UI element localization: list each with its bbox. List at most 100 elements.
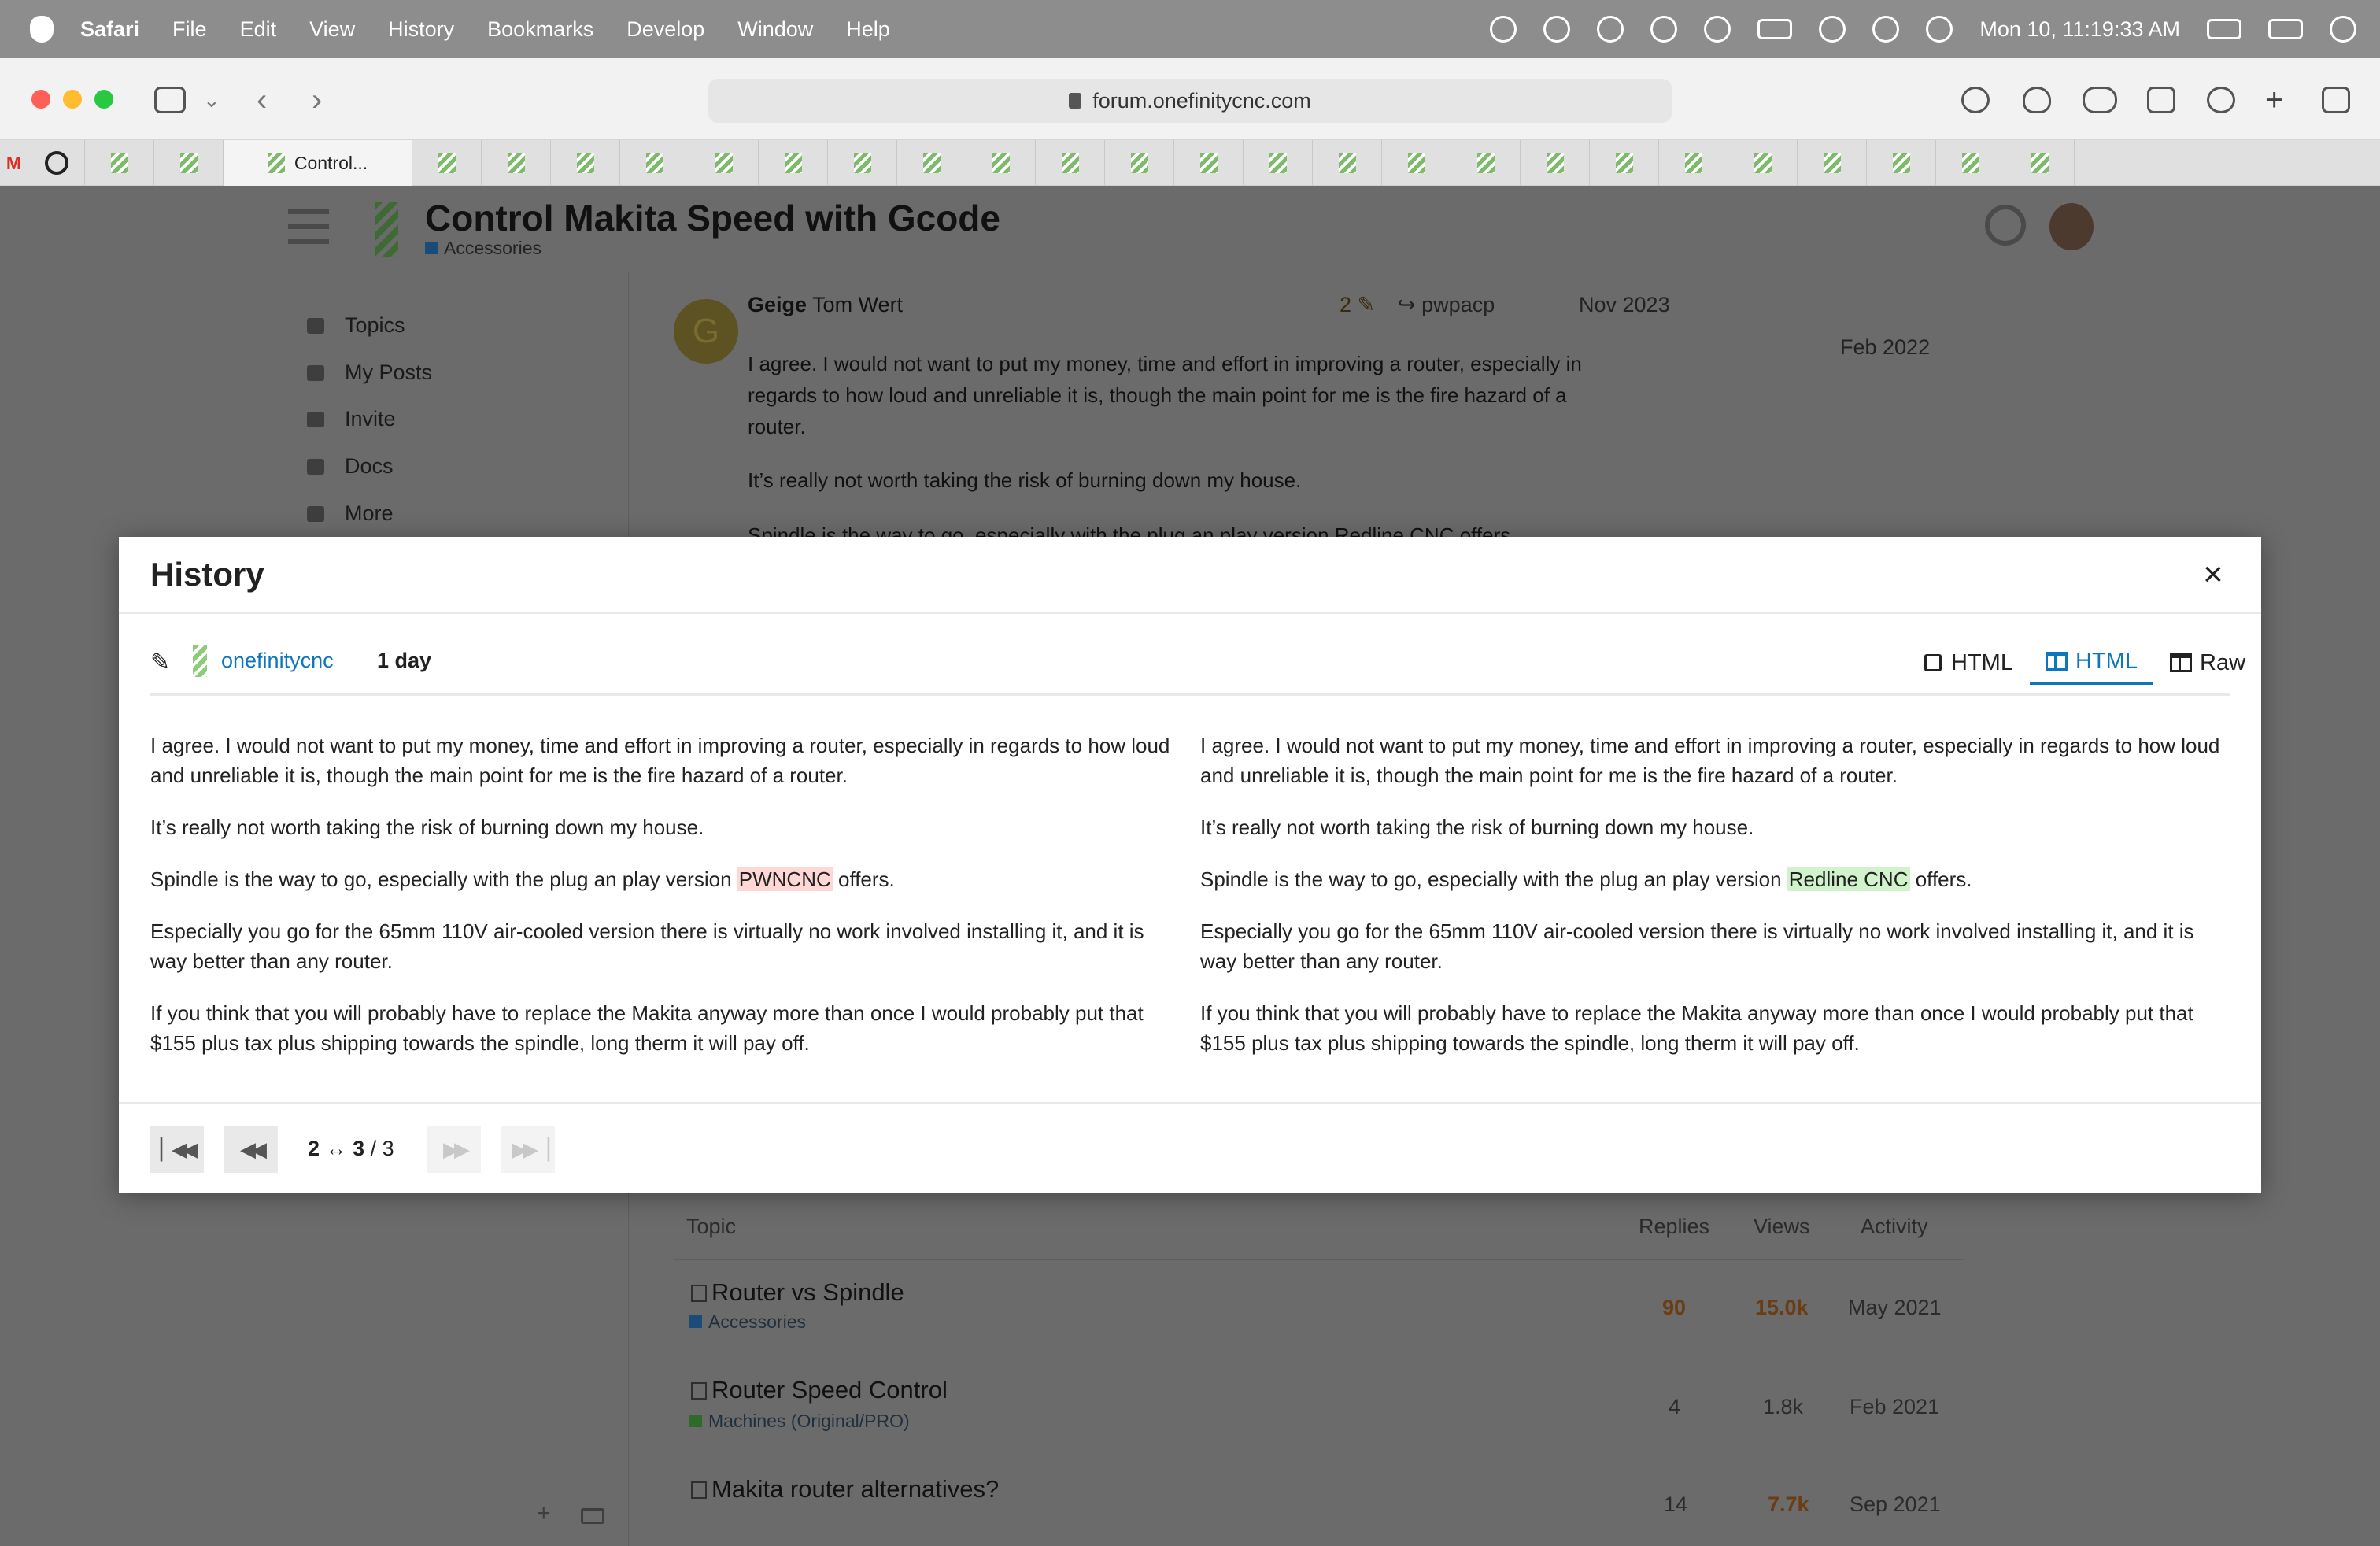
menu-help[interactable]: Help — [846, 17, 890, 42]
share-icon[interactable] — [2147, 87, 2175, 113]
time-machine-icon[interactable] — [1926, 16, 1953, 43]
next-revision-button[interactable]: ▶▶ — [427, 1126, 481, 1173]
tab-forum[interactable] — [2005, 140, 2075, 186]
reply-to[interactable]: ↪ pwpacp — [1398, 293, 1495, 317]
col-activity[interactable]: Activity — [1861, 1215, 1928, 1239]
topic-link[interactable]: Router vs Spindle — [691, 1278, 904, 1307]
tab-active[interactable]: Control... — [224, 140, 412, 186]
topic-link[interactable]: Router Speed Control — [691, 1376, 948, 1404]
topic-activity[interactable]: Feb 2021 — [1850, 1395, 1939, 1419]
address-bar[interactable]: forum.onefinitycnc.com — [708, 79, 1672, 123]
post-date[interactable]: Nov 2023 — [1579, 293, 1670, 317]
tab-forum[interactable] — [689, 140, 759, 186]
tab-forum[interactable] — [966, 140, 1036, 186]
timeline-date[interactable]: Feb 2022 — [1840, 335, 1930, 360]
post-fullname[interactable]: Tom Wert — [812, 293, 903, 316]
add-section-icon[interactable]: + — [537, 1500, 551, 1527]
topic-views[interactable]: 1.8k — [1763, 1395, 1803, 1419]
tab-forum[interactable] — [1174, 140, 1244, 186]
sidebar-item-more[interactable]: More — [307, 501, 394, 526]
topic-views[interactable]: 15.0k — [1755, 1296, 1809, 1320]
tab-forum[interactable] — [1590, 140, 1659, 186]
tab-forum[interactable] — [1521, 140, 1590, 186]
tab-forum[interactable] — [1382, 140, 1451, 186]
post-avatar[interactable]: G — [674, 299, 738, 364]
new-tab-icon[interactable]: + — [2265, 84, 2283, 116]
downloads-icon[interactable] — [1961, 87, 1990, 113]
sidebar-toggle-icon[interactable] — [154, 87, 186, 113]
topic-views[interactable]: 7.7k — [1768, 1492, 1809, 1517]
hamburger-menu-icon[interactable] — [288, 209, 329, 244]
first-revision-button[interactable]: ▏◀◀ — [150, 1126, 204, 1173]
topic-link[interactable]: Makita router alternatives? — [690, 1475, 999, 1503]
sidebar-item-invite[interactable]: Invite — [307, 407, 396, 431]
window-zoom-button[interactable] — [94, 90, 113, 109]
sidebar-item-topics[interactable]: Topics — [307, 313, 405, 338]
col-views[interactable]: Views — [1754, 1215, 1810, 1239]
tab-forum[interactable] — [897, 140, 966, 186]
close-icon[interactable]: × — [2203, 557, 2223, 592]
keyboard-icon[interactable] — [2207, 19, 2241, 39]
post-username[interactable]: Geige — [748, 293, 807, 316]
tab-forum[interactable] — [1244, 140, 1313, 186]
previous-revision-button[interactable]: ◀◀ — [224, 1126, 278, 1173]
icloud-icon[interactable] — [2082, 87, 2117, 113]
wifi-icon[interactable] — [1819, 16, 1846, 43]
menu-edit[interactable]: Edit — [240, 17, 277, 42]
play-icon[interactable] — [1704, 16, 1731, 43]
topic-category[interactable]: Accessories — [689, 1311, 806, 1333]
chevron-down-icon[interactable]: ⌄ — [203, 87, 220, 113]
tab-forum[interactable] — [828, 140, 897, 186]
site-logo[interactable] — [375, 202, 398, 257]
window-close-button[interactable] — [31, 90, 50, 109]
last-revision-button[interactable]: ▶▶▕ — [501, 1126, 555, 1173]
tab-forum[interactable] — [1728, 140, 1798, 186]
back-icon[interactable]: ‹ — [257, 84, 267, 116]
tab-forum[interactable] — [154, 140, 224, 186]
sidebar-item-my-posts[interactable]: My Posts — [307, 361, 432, 385]
tab-forum[interactable] — [412, 140, 482, 186]
apple-menu-icon[interactable] — [30, 16, 54, 43]
chatgpt-icon[interactable] — [1650, 16, 1678, 43]
menu-app-name[interactable]: Safari — [80, 17, 139, 42]
avatar[interactable] — [2049, 203, 2094, 250]
topic-replies[interactable]: 4 — [1669, 1395, 1680, 1419]
topic-category[interactable]: Machines (Original/PRO) — [689, 1411, 910, 1432]
window-minimize-button[interactable] — [63, 90, 82, 109]
menubar-clock[interactable]: Mon 10, 11:19:33 AM — [1979, 17, 2180, 42]
menu-develop[interactable]: Develop — [626, 17, 704, 42]
menu-view[interactable]: View — [309, 17, 355, 42]
menu-window[interactable]: Window — [737, 17, 813, 42]
sidebar-item-docs[interactable]: Docs — [307, 454, 394, 479]
post-edits[interactable]: 2 ✎ — [1340, 293, 1375, 317]
keyboard-shortcuts-icon[interactable] — [581, 1508, 604, 1524]
user-avatar[interactable] — [193, 645, 207, 677]
tab-forum[interactable] — [1867, 140, 1936, 186]
tab-overview-icon[interactable] — [2322, 87, 2350, 113]
tab-gmail[interactable]: M — [0, 140, 28, 186]
menu-file[interactable]: File — [172, 17, 207, 42]
tab-forum[interactable] — [1451, 140, 1521, 186]
topic-activity[interactable]: May 2021 — [1848, 1296, 1942, 1320]
password-icon[interactable] — [2207, 87, 2235, 113]
vpn-status-icon[interactable] — [1490, 16, 1517, 43]
control-center-icon[interactable] — [2268, 19, 2303, 39]
side-by-side-html-button[interactable]: HTML — [2030, 641, 2153, 685]
inline-html-button[interactable]: HTML — [1909, 641, 2029, 685]
spotlight-search-icon[interactable] — [1872, 16, 1900, 43]
col-replies[interactable]: Replies — [1639, 1215, 1709, 1239]
menu-bookmarks[interactable]: Bookmarks — [487, 17, 593, 42]
tab-forum[interactable] — [85, 140, 154, 186]
tab-forum[interactable] — [759, 140, 828, 186]
tab-forum[interactable] — [620, 140, 689, 186]
search-icon[interactable] — [1985, 205, 2026, 246]
tab-forum[interactable] — [1036, 140, 1105, 186]
tab-forum[interactable] — [551, 140, 620, 186]
tab-forum[interactable] — [1313, 140, 1382, 186]
tab-forum[interactable] — [1105, 140, 1174, 186]
globe-icon[interactable] — [1543, 16, 1571, 43]
forward-icon[interactable]: › — [312, 84, 322, 116]
tab-chatgpt[interactable] — [28, 140, 85, 186]
topic-replies[interactable]: 90 — [1662, 1296, 1686, 1320]
compass-icon[interactable] — [1597, 16, 1624, 43]
